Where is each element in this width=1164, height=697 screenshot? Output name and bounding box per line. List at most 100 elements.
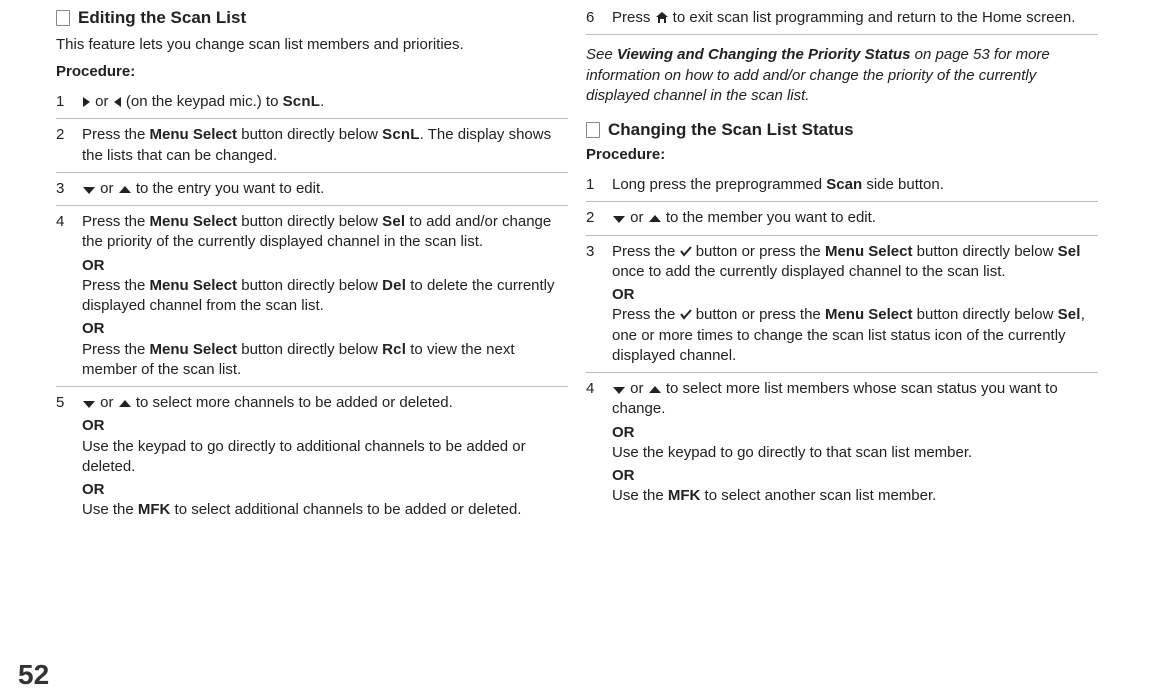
procedure-label: Procedure: xyxy=(56,63,568,80)
procedure-label: Procedure: xyxy=(586,146,1098,163)
content-columns: Editing the Scan List This feature lets … xyxy=(0,0,1164,697)
step-number: 3 xyxy=(586,242,612,367)
section-title: Changing the Scan List Status xyxy=(608,120,854,140)
step-body: or to the member you want to edit. xyxy=(612,208,1098,228)
text: Press the xyxy=(612,306,680,323)
bold-text: MFK xyxy=(668,487,701,504)
text: Press the xyxy=(82,341,150,358)
step-row: 4 or to select more list members whose s… xyxy=(586,373,1098,513)
step-number: 5 xyxy=(56,393,82,521)
text: Press the xyxy=(82,213,150,230)
bold-text: Scan xyxy=(826,176,862,193)
bold-text: MFK xyxy=(138,501,171,518)
bold-italic-text: Viewing and Changing the Priority Status xyxy=(617,46,911,63)
text: Use the keypad to go directly to additio… xyxy=(82,438,526,475)
text: Press the xyxy=(82,126,150,143)
step-body: or to select more channels to be added o… xyxy=(82,393,568,521)
step-body: Long press the preprogrammed Scan side b… xyxy=(612,175,1098,195)
text: to exit scan list programming and return… xyxy=(669,9,1076,26)
bold-text: Menu Select xyxy=(150,277,238,294)
left-column: Editing the Scan List This feature lets … xyxy=(56,8,586,677)
step-body: or to select more list members whose sca… xyxy=(612,379,1098,507)
bold-text: Menu Select xyxy=(825,243,913,260)
text: to select another scan list member. xyxy=(700,487,936,504)
down-triangle-icon xyxy=(82,399,96,409)
or-label: OR xyxy=(612,285,1098,305)
check-icon xyxy=(680,245,692,257)
step-row: 1 Long press the preprogrammed Scan side… xyxy=(586,169,1098,202)
see-note: See Viewing and Changing the Priority St… xyxy=(586,45,1098,106)
step-row: 6 Press to exit scan list programming an… xyxy=(586,8,1098,35)
text: once to add the currently displayed chan… xyxy=(612,263,1006,280)
step-row: 1 or (on the keypad mic.) to ScnL. xyxy=(56,86,568,119)
text: button directly below xyxy=(237,126,382,143)
section-heading: Changing the Scan List Status xyxy=(586,120,1098,140)
down-triangle-icon xyxy=(612,385,626,395)
left-arrow-icon xyxy=(113,96,122,108)
text: Use the xyxy=(612,487,668,504)
step-body: or to the entry you want to edit. xyxy=(82,179,568,199)
step-number: 1 xyxy=(586,175,612,195)
text: Long press the preprogrammed xyxy=(612,176,826,193)
bold-text: Menu Select xyxy=(150,341,238,358)
intro-text: This feature lets you change scan list m… xyxy=(56,36,568,53)
right-arrow-icon xyxy=(82,96,91,108)
step-number: 4 xyxy=(586,379,612,507)
text: to the entry you want to edit. xyxy=(132,180,325,197)
display-code: Sel xyxy=(1058,306,1081,323)
text: to select additional channels to be adde… xyxy=(170,501,521,518)
step-number: 3 xyxy=(56,179,82,199)
side-tab-label: Advanced Features xyxy=(0,454,6,657)
or-label: OR xyxy=(612,466,1098,486)
step-body: Press to exit scan list programming and … xyxy=(612,8,1098,28)
display-code: Sel xyxy=(382,213,405,230)
page-number: 52 xyxy=(18,659,49,691)
or-label: OR xyxy=(82,416,568,436)
page: Advanced Features 52 Editing the Scan Li… xyxy=(0,0,1164,697)
text: to select more list members whose scan s… xyxy=(612,380,1058,417)
text: or xyxy=(96,394,118,411)
home-icon xyxy=(655,11,669,24)
step-number: 4 xyxy=(56,212,82,380)
step-number: 2 xyxy=(56,125,82,166)
bold-text: Menu Select xyxy=(150,213,238,230)
bold-text: Menu Select xyxy=(150,126,238,143)
text: or xyxy=(626,209,648,226)
step-number: 1 xyxy=(56,92,82,112)
display-code: ScnL xyxy=(382,126,419,143)
text: button or press the xyxy=(692,306,825,323)
text: See xyxy=(586,46,617,63)
text: or xyxy=(626,380,648,397)
text: Press the xyxy=(82,277,150,294)
check-icon xyxy=(680,308,692,320)
step-body: Press the Menu Select button directly be… xyxy=(82,212,568,380)
text: button directly below xyxy=(912,306,1057,323)
text: button directly below xyxy=(237,341,382,358)
up-triangle-icon xyxy=(118,399,132,409)
text: side button. xyxy=(862,176,944,193)
step-body: or (on the keypad mic.) to ScnL. xyxy=(82,92,568,112)
step-row: 4 Press the Menu Select button directly … xyxy=(56,206,568,387)
document-icon xyxy=(56,10,70,26)
text: button directly below xyxy=(912,243,1057,260)
text: Press the xyxy=(612,243,680,260)
step-row: 2 Press the Menu Select button directly … xyxy=(56,119,568,173)
or-label: OR xyxy=(82,256,568,276)
or-label: OR xyxy=(612,423,1098,443)
text: button or press the xyxy=(692,243,825,260)
step-row: 3 Press the button or press the Menu Sel… xyxy=(586,236,1098,374)
bold-text: Menu Select xyxy=(825,306,913,323)
up-triangle-icon xyxy=(648,385,662,395)
display-code: ScnL xyxy=(283,93,320,110)
step-row: 5 or to select more channels to be added… xyxy=(56,387,568,527)
display-code: Del xyxy=(382,277,406,294)
step-body: Press the button or press the Menu Selec… xyxy=(612,242,1098,367)
document-icon xyxy=(586,122,600,138)
text: button directly below xyxy=(237,277,382,294)
text: or xyxy=(91,93,113,110)
up-triangle-icon xyxy=(648,214,662,224)
text: (on the keypad mic.) to xyxy=(122,93,283,110)
text: . xyxy=(320,93,324,110)
down-triangle-icon xyxy=(612,214,626,224)
right-column: 6 Press to exit scan list programming an… xyxy=(586,8,1116,677)
